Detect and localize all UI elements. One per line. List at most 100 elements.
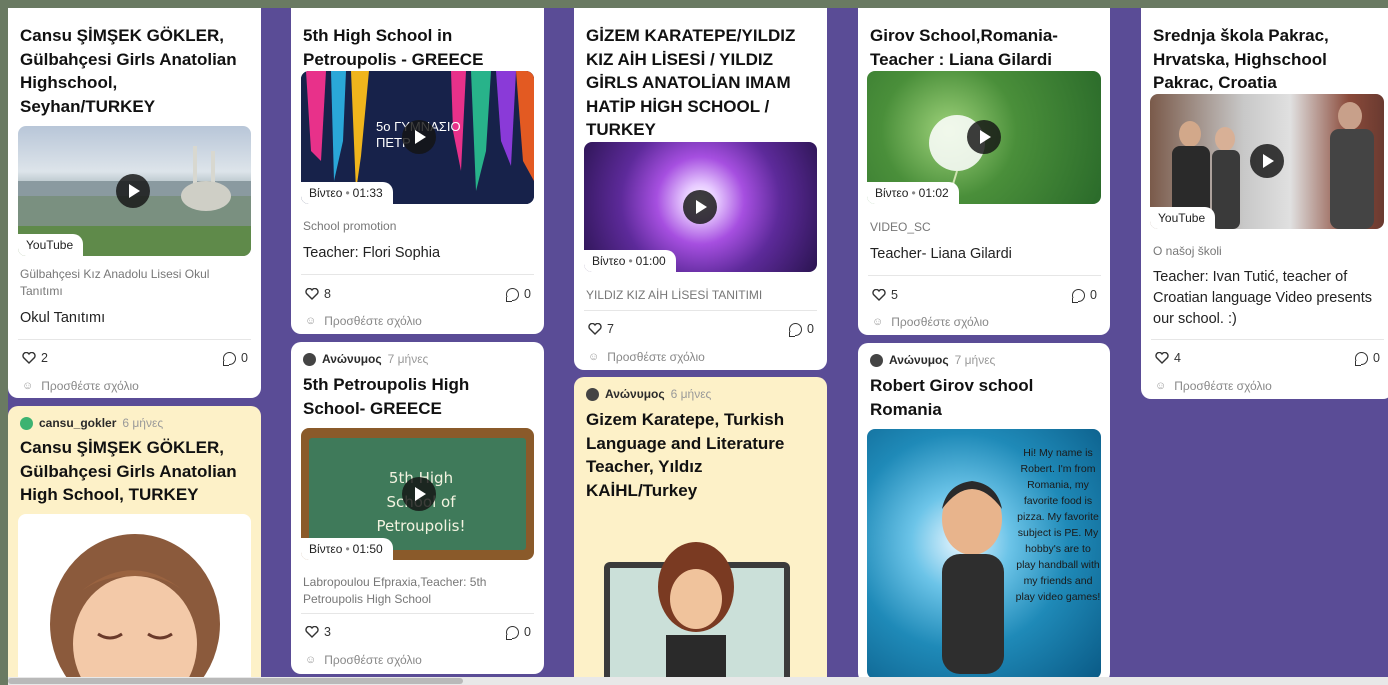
avatar <box>586 387 599 401</box>
like-button[interactable]: 2 <box>22 351 48 365</box>
post-card[interactable]: 5th High School in Petroupolis - GREECE … <box>291 8 544 334</box>
post-subtitle: Labropoulou Efpraxia,Teacher: 5th Petrou… <box>303 575 487 606</box>
like-count: 4 <box>1174 351 1181 365</box>
video-thumbnail[interactable]: 5o ΓΥΜΝΑΣΙΟ ΠΕΤΡ Βίντεο•01:33 <box>301 71 534 204</box>
play-icon[interactable] <box>116 174 150 208</box>
heart-icon <box>305 626 319 638</box>
add-comment[interactable]: ☺ Προσθέστε σχόλιο <box>588 350 705 364</box>
divider <box>301 274 534 275</box>
like-button[interactable]: 5 <box>872 288 898 302</box>
video-badge: Βίντεο • 01:00 <box>584 250 676 272</box>
play-icon[interactable] <box>1250 144 1284 178</box>
post-title: 5th High School in Petroupolis - GREECE <box>303 26 484 69</box>
comment-count-button[interactable]: 0 <box>506 287 531 302</box>
memoji-image <box>18 514 251 677</box>
comment-icon <box>506 625 519 640</box>
like-button[interactable]: 8 <box>305 287 331 301</box>
heart-icon <box>872 289 886 301</box>
video-thumbnail[interactable]: Βίντεο • 01:02 <box>867 71 1101 204</box>
post-title: Cansu ŞİMŞEK GÖKLER, Gülbahçesi Girls An… <box>20 438 237 504</box>
post-card[interactable]: Ανώνυμος 7 μήνες 5th Petroupolis High Sc… <box>291 342 544 674</box>
heart-icon <box>588 323 602 335</box>
scrollbar-thumb[interactable] <box>8 678 463 684</box>
like-count: 7 <box>607 322 614 336</box>
source-badge: YouTube <box>1150 207 1216 229</box>
play-icon[interactable] <box>683 190 717 224</box>
post-title: Srednja škola Pakrac, Hrvatska, Highscho… <box>1153 26 1329 92</box>
user-icon: ☺ <box>588 351 600 363</box>
source-badge: YouTube <box>18 234 84 256</box>
comment-count-button[interactable]: 0 <box>506 625 531 640</box>
comment-count: 0 <box>524 287 531 301</box>
post-subtitle: School promotion <box>303 219 397 233</box>
like-count: 5 <box>891 288 898 302</box>
like-button[interactable]: 3 <box>305 625 331 639</box>
user-icon: ☺ <box>22 380 34 392</box>
heart-icon <box>305 288 319 300</box>
teacher-illustration <box>604 527 796 677</box>
post-subtitle: YILDIZ KIZ AİH LİSESİ TANITIMI <box>586 288 763 302</box>
post-card[interactable]: Ανώνυμος 7 μήνες Robert Girov school Rom… <box>858 343 1110 677</box>
comment-count-button[interactable]: 0 <box>1072 288 1097 303</box>
post-description: Okul Tanıtımı <box>20 310 106 326</box>
play-icon[interactable] <box>967 120 1001 154</box>
comment-count: 0 <box>241 351 248 365</box>
wave-avatar-image: Hi! My name is Robert. I'm from Romania,… <box>867 429 1101 677</box>
post-subtitle: Gülbahçesi Kız Anadolu Lisesi Okul Tanıt… <box>20 267 210 298</box>
comment-icon <box>1072 288 1085 303</box>
video-badge: Βίντεο • 01:02 <box>867 182 959 204</box>
user-icon: ☺ <box>305 654 317 666</box>
post-description: Teacher: Flori Sophia <box>303 245 441 261</box>
like-count: 3 <box>324 625 331 639</box>
divider <box>301 613 534 614</box>
horizontal-scrollbar[interactable] <box>8 677 1388 685</box>
video-thumbnail[interactable]: Βίντεο • 01:00 <box>584 142 817 272</box>
video-thumbnail[interactable]: YouTube <box>1150 94 1384 229</box>
post-card[interactable]: Srednja škola Pakrac, Hrvatska, Highscho… <box>1141 8 1388 399</box>
post-title: 5th Petroupolis High School- GREECE <box>303 375 470 418</box>
post-card[interactable]: Ανώνυμος 6 μήνες Gizem Karatepe, Turkish… <box>574 377 827 677</box>
add-comment[interactable]: ☺ Προσθέστε σχόλιο <box>305 653 422 667</box>
add-comment[interactable]: ☺ Προσθέστε σχόλιο <box>22 379 139 393</box>
comment-icon <box>1355 351 1368 366</box>
avatar <box>303 352 316 366</box>
like-count: 8 <box>324 287 331 301</box>
add-comment[interactable]: ☺ Προσθέστε σχόλιο <box>305 314 422 328</box>
comment-count-button[interactable]: 0 <box>223 351 248 366</box>
post-card[interactable]: Cansu ŞİMŞEK GÖKLER, Gülbahçesi Girls An… <box>8 8 261 398</box>
like-button[interactable]: 4 <box>1155 351 1181 365</box>
comment-count: 0 <box>524 625 531 639</box>
comment-count-button[interactable]: 0 <box>789 322 814 337</box>
video-badge: Βίντεο • 01:50 <box>301 538 393 560</box>
video-thumbnail[interactable]: 5th High School of Petroupolis! Βίντεο•0… <box>301 428 534 560</box>
avatar <box>20 416 33 430</box>
post-author: Ανώνυμος 7 μήνες <box>303 352 428 366</box>
post-card[interactable]: cansu_gokler 6 μήνες Cansu ŞİMŞEK GÖKLER… <box>8 406 261 677</box>
post-title: Girov School,Romania- Teacher : Liana Gi… <box>870 26 1058 69</box>
play-icon[interactable] <box>402 477 436 511</box>
post-author: cansu_gokler 6 μήνες <box>20 416 163 430</box>
divider <box>1151 339 1384 340</box>
like-button[interactable]: 7 <box>588 322 614 336</box>
post-subtitle: O našoj školi <box>1153 244 1222 258</box>
comment-icon <box>789 322 802 337</box>
post-card[interactable]: GİZEM KARATEPE/YILDIZ KIZ AİH LİSESİ / Y… <box>574 8 827 370</box>
add-comment[interactable]: ☺ Προσθέστε σχόλιο <box>872 315 989 329</box>
avatar <box>870 353 883 367</box>
comment-count: 0 <box>1373 351 1380 365</box>
post-author: Ανώνυμος 6 μήνες <box>586 387 711 401</box>
post-card[interactable]: Girov School,Romania- Teacher : Liana Gi… <box>858 8 1110 335</box>
comment-count: 0 <box>1090 288 1097 302</box>
play-icon[interactable] <box>402 120 436 154</box>
heart-icon <box>22 352 36 364</box>
comment-count-button[interactable]: 0 <box>1355 351 1380 366</box>
comment-count: 0 <box>807 322 814 336</box>
video-badge: Βίντεο • 01:33 <box>301 182 393 204</box>
video-thumbnail[interactable]: YouTube <box>18 126 251 256</box>
post-title: Gizem Karatepe, Turkish Language and Lit… <box>586 410 785 500</box>
post-title: GİZEM KARATEPE/YILDIZ KIZ AİH LİSESİ / Y… <box>586 26 796 139</box>
user-icon: ☺ <box>305 315 317 327</box>
user-icon: ☺ <box>1155 380 1167 392</box>
post-subtitle: VIDEO_SC <box>870 220 931 234</box>
add-comment[interactable]: ☺ Προσθέστε σχόλιο <box>1155 379 1272 393</box>
